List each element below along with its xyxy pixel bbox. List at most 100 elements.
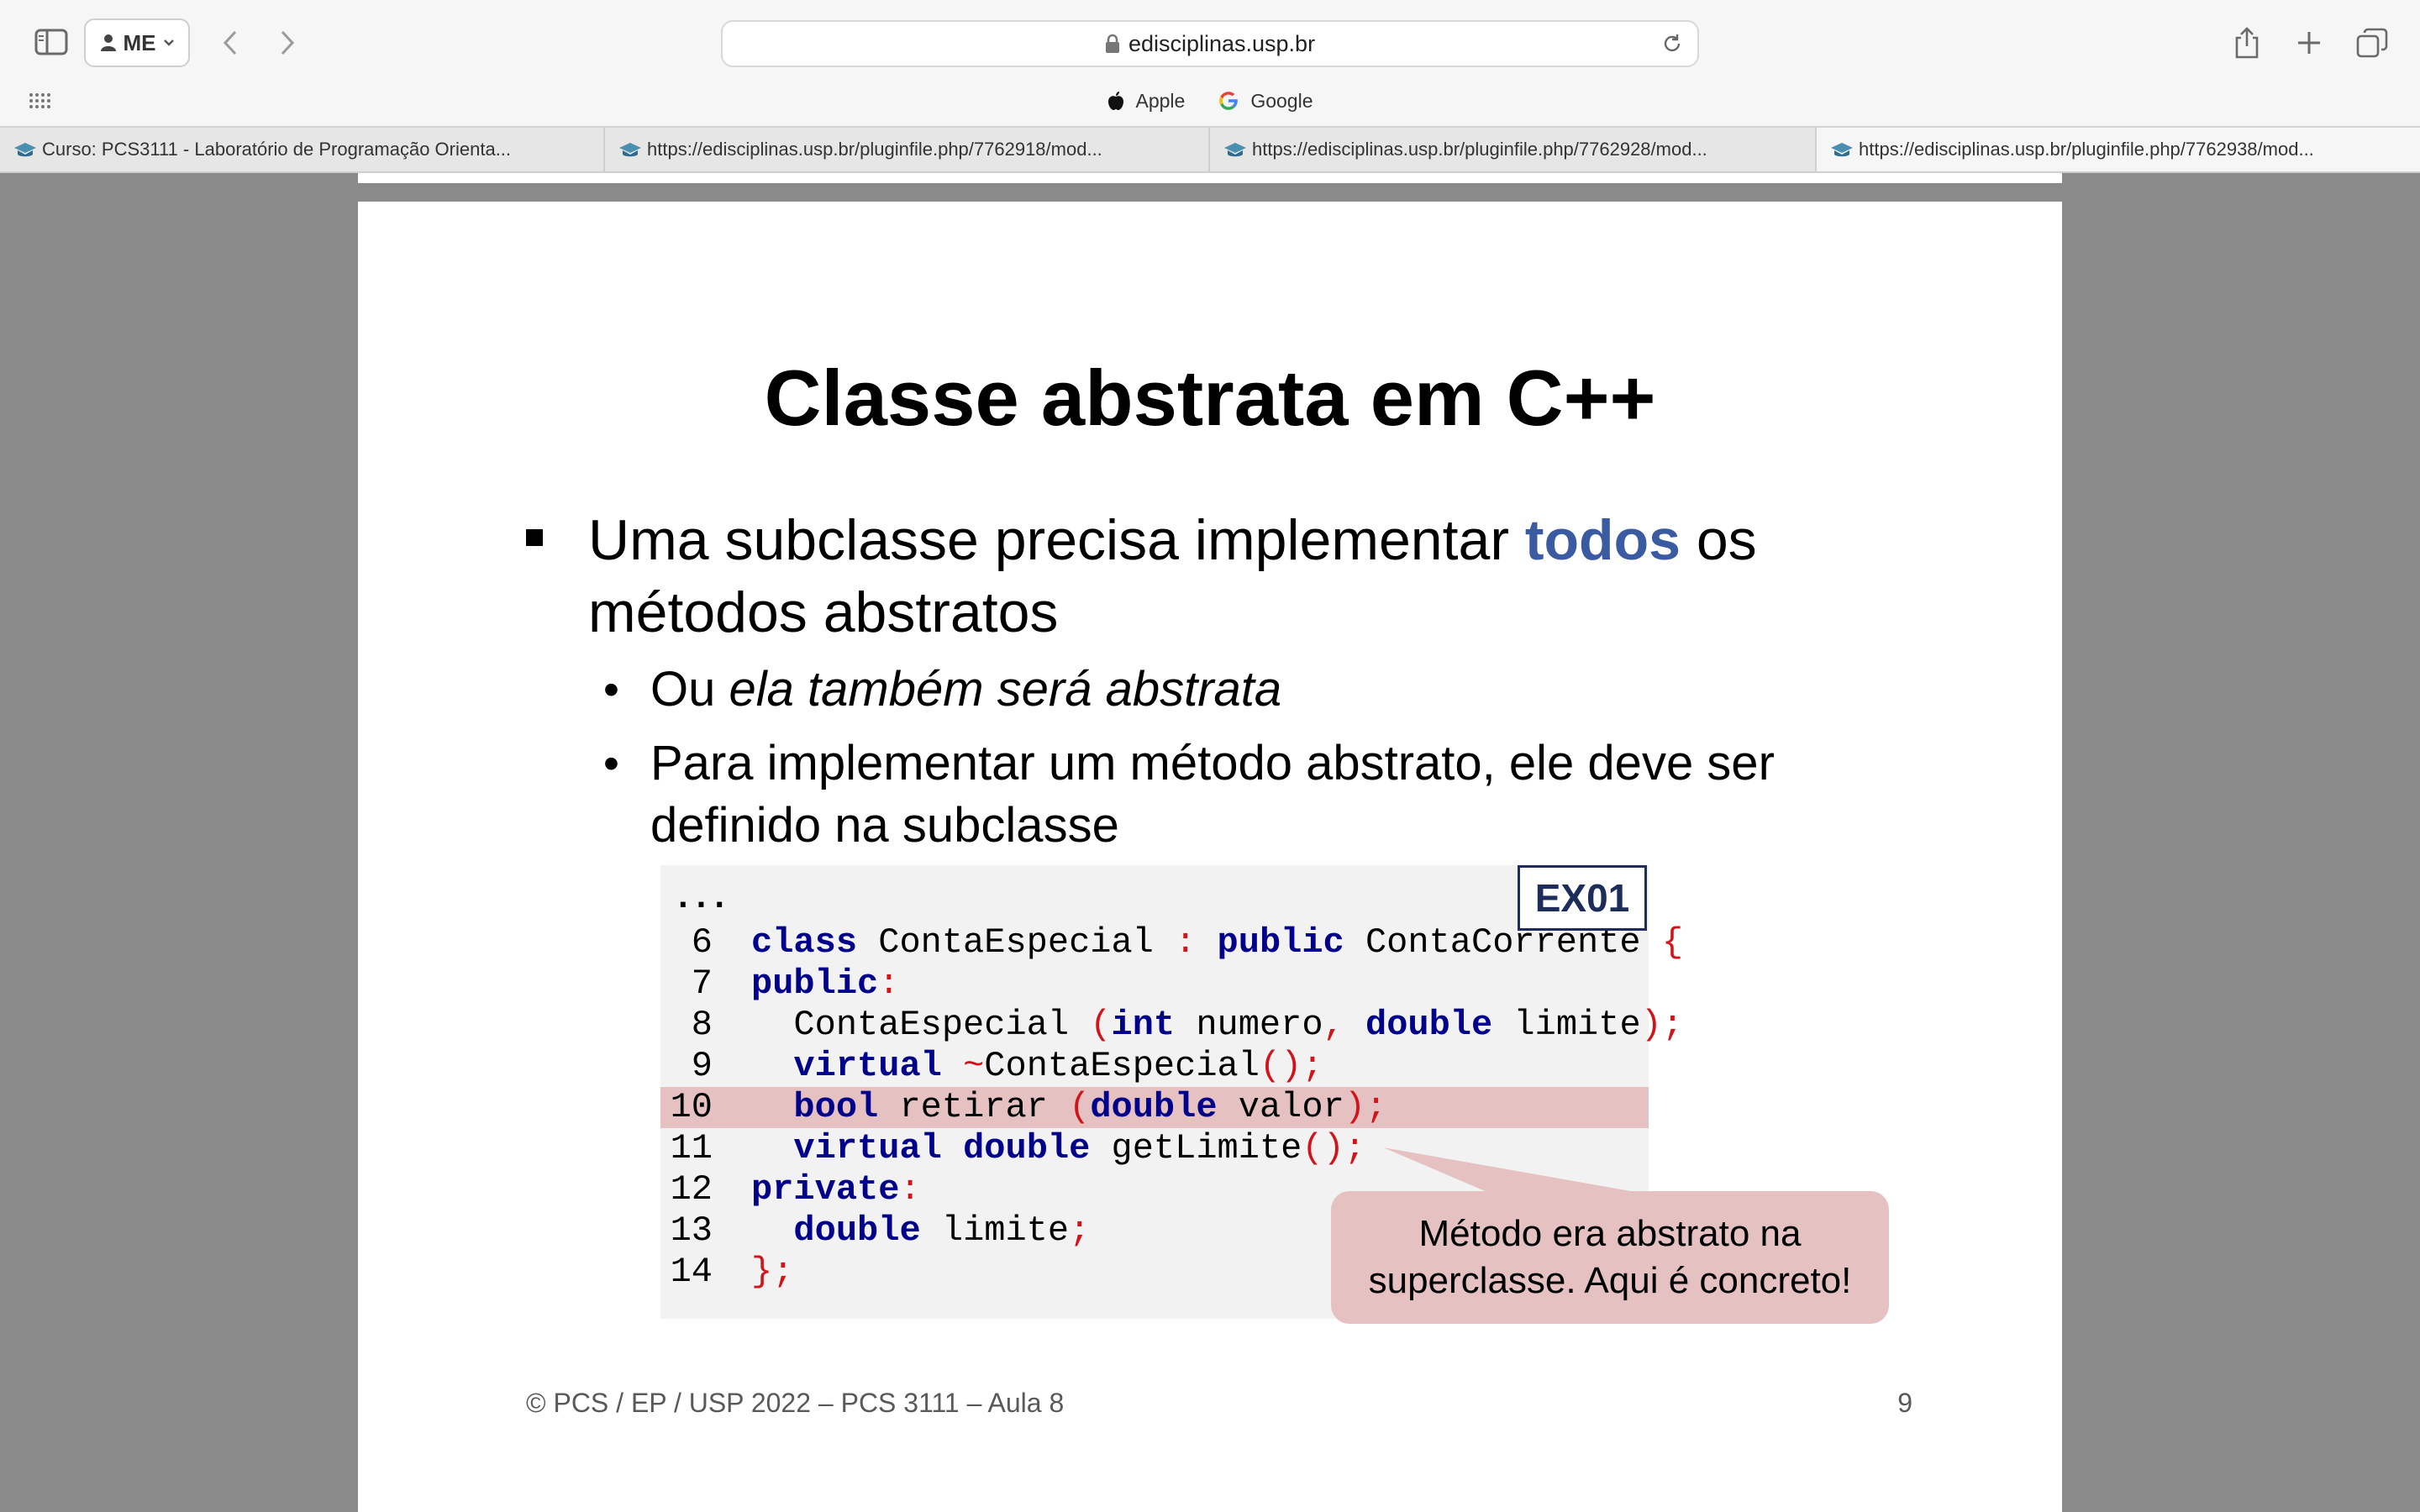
line-number: 8 bbox=[691, 1005, 713, 1045]
code-keyword: public bbox=[1217, 922, 1344, 963]
sidebar-icon bbox=[34, 29, 68, 55]
tab-bar: Curso: PCS3111 - Laboratório de Programa… bbox=[0, 126, 2420, 173]
code-line: 9 virtual ~ContaEspecial(); bbox=[660, 1046, 1649, 1087]
bullet-text: Uma subclasse precisa implementar todos … bbox=[588, 504, 1904, 648]
code-keyword: bool bbox=[793, 1087, 879, 1127]
line-number: 11 bbox=[670, 1128, 713, 1168]
code-punctuation: (); bbox=[1302, 1128, 1365, 1168]
square-bullet-icon bbox=[526, 529, 543, 546]
favorite-label: Apple bbox=[1135, 89, 1186, 112]
code-token: valor bbox=[1217, 1087, 1344, 1127]
code-token: ContaEspecial bbox=[751, 1005, 1091, 1045]
code-line: 6 class ContaEspecial : public ContaCorre… bbox=[660, 922, 1683, 963]
address-bar[interactable]: edisciplinas.usp.br bbox=[721, 20, 1699, 67]
code-text: public: bbox=[751, 963, 899, 1005]
code-keyword: double bbox=[1090, 1087, 1218, 1127]
line-number: 7 bbox=[691, 963, 713, 1004]
italic-text: ela também será abstrata bbox=[729, 662, 1282, 717]
apple-icon bbox=[1107, 92, 1123, 110]
line-number: 9 bbox=[691, 1046, 713, 1086]
lock-icon bbox=[1105, 34, 1119, 53]
slide-footer: © PCS / EP / USP 2022 – PCS 3111 – Aula … bbox=[526, 1388, 1065, 1418]
bullet-level1: Uma subclasse precisa implementar todos … bbox=[526, 504, 1904, 648]
bullet-level2: • Ou ela também será abstrata bbox=[603, 659, 1914, 721]
code-token: limite bbox=[920, 1210, 1070, 1251]
bullet-text: Para implementar um método abstrato, ele… bbox=[650, 736, 1775, 853]
code-punctuation: ~ bbox=[963, 1046, 985, 1086]
code-token: retirar bbox=[878, 1087, 1070, 1127]
code-keyword: double bbox=[1365, 1005, 1493, 1045]
code-text: bool retirar (double valor); bbox=[751, 1087, 1386, 1128]
code-punctuation: , bbox=[1323, 1005, 1344, 1045]
code-text: virtual double getLimite(); bbox=[751, 1128, 1365, 1169]
line-number: 6 bbox=[691, 922, 713, 963]
profile-label: ME bbox=[123, 29, 156, 55]
code-punctuation: ; bbox=[1069, 1210, 1091, 1251]
reload-icon[interactable] bbox=[1660, 32, 1684, 55]
bullet-level2: • Para implementar um método abstrato, e… bbox=[603, 732, 1914, 857]
moodle-favicon-icon bbox=[14, 143, 36, 157]
new-tab-button[interactable] bbox=[2289, 22, 2329, 64]
code-text: virtual ~ContaEspecial(); bbox=[751, 1046, 1323, 1087]
moodle-favicon-icon bbox=[1831, 143, 1853, 157]
profile-button[interactable]: ME bbox=[84, 18, 190, 67]
code-keyword: public bbox=[751, 963, 879, 1004]
code-line-highlighted: 10 bool retirar (double valor); bbox=[660, 1087, 1649, 1128]
tab-pdf-1[interactable]: https://edisciplinas.usp.br/pluginfile.p… bbox=[605, 128, 1210, 171]
page-number: 9 bbox=[1897, 1388, 1912, 1418]
code-punctuation: ); bbox=[1640, 1005, 1684, 1045]
bullet-text-part: Ou bbox=[650, 662, 729, 717]
tab-course[interactable]: Curso: PCS3111 - Laboratório de Programa… bbox=[0, 128, 605, 171]
line-number: 12 bbox=[670, 1169, 713, 1210]
google-icon bbox=[1219, 92, 1239, 110]
share-button[interactable] bbox=[2227, 22, 2267, 64]
highlighted-word: todos bbox=[1524, 508, 1681, 572]
favorite-google[interactable]: Google bbox=[1218, 90, 1313, 113]
code-punctuation: ); bbox=[1344, 1087, 1387, 1127]
person-icon bbox=[100, 34, 116, 51]
dot-bullet-icon: • bbox=[603, 738, 619, 789]
code-line: 8 ContaEspecial (int numero, double limi… bbox=[660, 1005, 1683, 1046]
bullet-text-part: Uma subclasse precisa implementar bbox=[588, 508, 1525, 572]
favorite-apple[interactable]: Apple bbox=[1107, 89, 1186, 113]
favorites-bar: Apple Google bbox=[0, 84, 2420, 118]
bullet-text: Ou ela também será abstrata bbox=[650, 659, 1914, 721]
tab-label: https://edisciplinas.usp.br/pluginfile.p… bbox=[647, 139, 1102, 160]
code-punctuation: : bbox=[899, 1169, 921, 1210]
tab-label: https://edisciplinas.usp.br/pluginfile.p… bbox=[1859, 139, 2314, 160]
tab-pdf-3-active[interactable]: https://edisciplinas.usp.br/pluginfile.p… bbox=[1817, 128, 2420, 171]
sidebar-toggle-button[interactable] bbox=[32, 25, 71, 59]
example-label: EX01 bbox=[1518, 865, 1647, 931]
browser-toolbar: ME edisciplinas.usp.br Apple Google Curs… bbox=[0, 0, 2420, 173]
moodle-favicon-icon bbox=[619, 143, 641, 157]
code-keyword: int bbox=[1111, 1005, 1176, 1045]
tab-overview-button[interactable] bbox=[2351, 22, 2393, 64]
tab-label: Curso: PCS3111 - Laboratório de Programa… bbox=[42, 139, 512, 160]
callout-box: Método era abstrato na superclasse. Aqui… bbox=[1331, 1191, 1889, 1324]
chevron-down-icon bbox=[163, 39, 174, 46]
code-token: ContaEspecial bbox=[984, 1046, 1260, 1086]
code-token: getLimite bbox=[1090, 1128, 1302, 1168]
back-button[interactable] bbox=[212, 22, 249, 64]
tab-pdf-2[interactable]: https://edisciplinas.usp.br/pluginfile.p… bbox=[1210, 128, 1817, 171]
favorite-label: Google bbox=[1250, 89, 1313, 112]
code-keyword: virtual bbox=[793, 1046, 942, 1086]
chevron-right-icon bbox=[281, 30, 295, 55]
pdf-page: Classe abstrata em C++ Uma subclasse pre… bbox=[358, 202, 2062, 1512]
code-text: double limite; bbox=[751, 1210, 1090, 1252]
code-keyword: class bbox=[751, 922, 858, 963]
share-icon bbox=[2235, 27, 2259, 59]
code-punctuation: }; bbox=[751, 1252, 794, 1292]
line-number: 14 bbox=[670, 1252, 713, 1292]
forward-button[interactable] bbox=[269, 22, 306, 64]
code-keyword: double bbox=[963, 1128, 1091, 1168]
code-punctuation: ( bbox=[1069, 1087, 1091, 1127]
code-text: private: bbox=[751, 1169, 921, 1210]
code-keyword: private bbox=[751, 1169, 900, 1210]
